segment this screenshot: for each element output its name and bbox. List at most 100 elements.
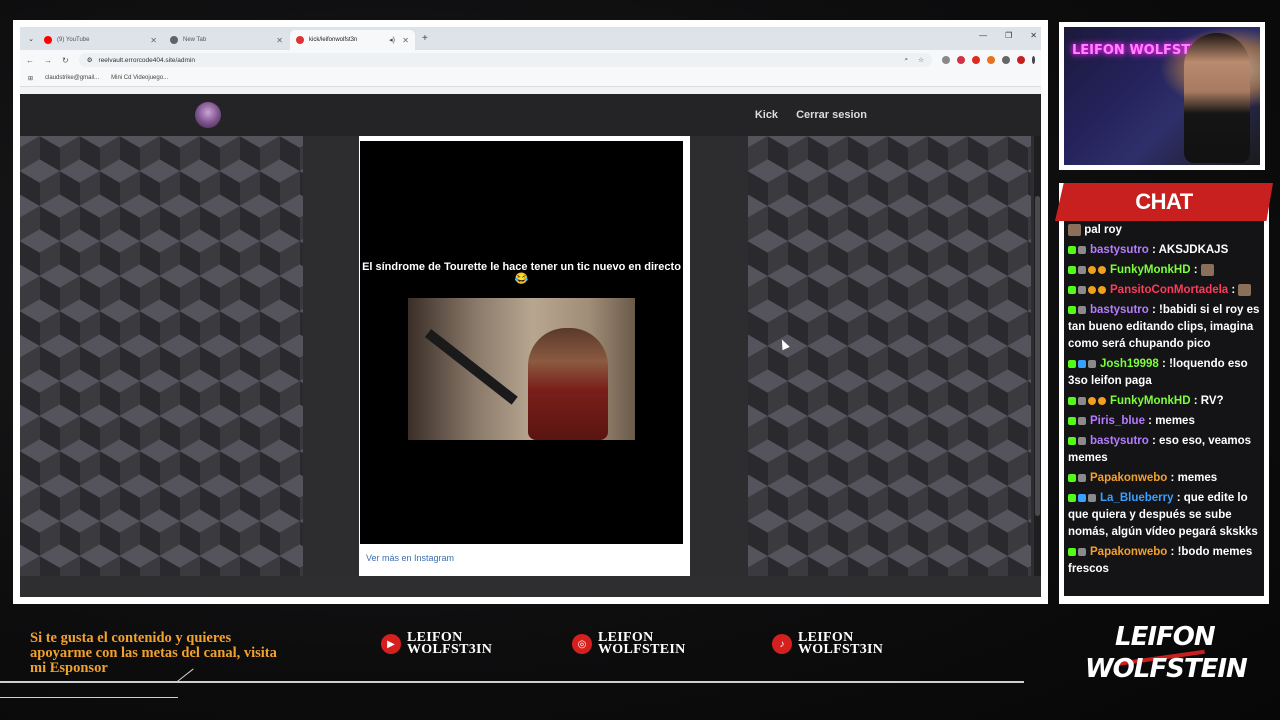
extension-icon[interactable] (972, 56, 980, 64)
kick-badge-icon (1068, 285, 1076, 294)
tiktok-handle: LEIFON WOLFST3IN (798, 630, 884, 657)
chat-text: memes (1155, 415, 1195, 427)
address-bar-row: ← → ↻ ⚙ reelvault.errorcode404.site/admi… (20, 50, 1041, 70)
content-gutter (690, 136, 748, 576)
tab-youtube[interactable]: (9) YouTube ✕ (38, 30, 163, 50)
instagram-icon: ◎ (572, 634, 592, 654)
speaker-icon[interactable]: ◂) (389, 36, 395, 44)
webcam-feed: LEIFON WOLFSTEIN (1064, 27, 1260, 165)
tab-title: New Tab (183, 37, 207, 43)
sword-badge-icon (1078, 396, 1086, 405)
chat-username[interactable]: Piris_blue (1090, 415, 1145, 427)
instagram-link[interactable]: Ver más en Instagram (360, 544, 685, 572)
extension-icon[interactable] (957, 56, 965, 64)
instagram-social: ◎ LEIFON WOLFSTEIN (572, 630, 708, 657)
instagram-handle: LEIFON WOLFSTEIN (598, 630, 686, 657)
chat-username[interactable]: FunkyMonkHD (1110, 395, 1191, 407)
sword-badge-icon (1088, 359, 1096, 368)
instagram-embed: El síndrome de Tourette le hace tener un… (359, 136, 690, 576)
kick-badge-icon (1068, 265, 1076, 274)
streamer-figure (1184, 33, 1250, 163)
kick-badge-icon (1068, 416, 1076, 425)
video-player[interactable]: El síndrome de Tourette le hace tener un… (360, 141, 683, 544)
support-message: Si te gusta el contenido y quieres apoya… (30, 630, 277, 676)
chat-message: Papakonwebo : !bodo memes frescos (1068, 544, 1260, 578)
forward-icon[interactable]: → (44, 56, 52, 65)
tab-kick[interactable]: kick/leifonwolfst3n ◂) ✕ (290, 30, 415, 50)
chat-text: RV? (1200, 395, 1224, 407)
menu-dots-icon[interactable] (1032, 56, 1035, 64)
sword-badge-icon (1078, 473, 1086, 482)
cube-pattern-right (748, 136, 1031, 576)
restore-icon[interactable]: ❐ (1005, 31, 1012, 40)
zoom-icon[interactable]: ⌕ (905, 56, 909, 64)
footer-divider (0, 681, 1024, 683)
browser-window: ⌄ (9) YouTube ✕ New Tab ✕ kick/leifonwol… (20, 27, 1041, 597)
apps-grid-icon[interactable]: ⊞ (28, 75, 33, 82)
minimize-icon[interactable]: — (979, 31, 987, 40)
reload-icon[interactable]: ↻ (62, 56, 69, 65)
tab-new-tab[interactable]: New Tab ✕ (164, 30, 289, 50)
omnibox[interactable]: ⚙ reelvault.errorcode404.site/admin ⌕ ☆ (78, 53, 932, 67)
tab-bar: ⌄ (9) YouTube ✕ New Tab ✕ kick/leifonwol… (20, 27, 1041, 50)
chat-separator: : (1158, 358, 1170, 370)
brand-logo: LEIFON WOLFSTEIN (1085, 622, 1248, 692)
kick-badge-icon (1068, 359, 1076, 368)
chrome-favicon-icon (170, 36, 178, 44)
puzzle-icon[interactable] (1002, 56, 1010, 64)
chat-separator: : (1148, 435, 1160, 447)
sub-badge-icon (1098, 396, 1106, 405)
bookmark-mini-cd[interactable]: Mini Cd Videojuego... (111, 75, 168, 81)
close-tab-icon[interactable]: ✕ (276, 36, 283, 45)
footer-divider-lower (0, 697, 178, 698)
chat-username[interactable]: Papakonwebo (1090, 546, 1167, 558)
chat-separator: : (1190, 395, 1201, 407)
chat-message: La_Blueberry : que edite lo que quiera y… (1068, 490, 1260, 541)
bookmarks-bar: ⊞ claudstrike@gmail... Mini Cd Videojueg… (20, 70, 1041, 87)
close-tab-icon[interactable]: ✕ (150, 36, 157, 45)
scrollbar-thumb[interactable] (1035, 196, 1040, 516)
chat-username[interactable]: PansitoConMortadela (1110, 284, 1228, 296)
kick-badge-icon (1068, 436, 1076, 445)
chat-username[interactable]: La_Blueberry (1100, 492, 1174, 504)
tiktok-social: ♪ LEIFON WOLFST3IN (772, 630, 908, 657)
sword-badge-icon (1078, 436, 1086, 445)
kick-badge-icon (1068, 547, 1076, 556)
nav-kick-link[interactable]: Kick (755, 109, 778, 121)
logout-link[interactable]: Cerrar sesion (796, 109, 867, 121)
site-logo-avatar[interactable] (195, 102, 221, 128)
chat-badges (1068, 433, 1088, 450)
chat-username[interactable]: bastysutro (1090, 244, 1149, 256)
chat-separator: : (1190, 264, 1201, 276)
extension-icon[interactable] (942, 56, 950, 64)
extension-icon[interactable] (987, 56, 995, 64)
chat-badges (1068, 544, 1088, 561)
tab-search-icon[interactable]: ⌄ (24, 35, 38, 43)
youtube-icon: ▶ (381, 634, 401, 654)
bookmark-gmail[interactable]: claudstrike@gmail... (45, 75, 99, 81)
chat-message: FunkyMonkHD : RV? (1068, 393, 1260, 410)
page-scrollbar[interactable] (1034, 136, 1041, 576)
video-thumbnail (408, 298, 635, 440)
chat-badges (1068, 393, 1108, 410)
chat-username[interactable]: bastysutro (1090, 304, 1149, 316)
chat-username[interactable]: bastysutro (1090, 435, 1149, 447)
webcam-frame: LEIFON WOLFSTEIN (1059, 22, 1265, 170)
bookmark-star-icon[interactable]: ☆ (918, 56, 924, 64)
stream-overlay: ⌄ (9) YouTube ✕ New Tab ✕ kick/leifonwol… (0, 0, 1280, 720)
chat-username[interactable]: Josh19998 (1100, 358, 1159, 370)
profile-avatar-icon[interactable] (1017, 56, 1025, 64)
chat-separator: : (1144, 415, 1156, 427)
chat-username[interactable]: FunkyMonkHD (1110, 264, 1191, 276)
web-page: Kick Cerrar sesion ← → El síndrome de To… (20, 94, 1041, 597)
new-tab-button[interactable]: + (422, 33, 428, 44)
close-window-icon[interactable]: ✕ (1030, 31, 1037, 40)
kick-badge-icon (1068, 305, 1076, 314)
close-tab-icon[interactable]: ✕ (402, 36, 409, 45)
chat-username[interactable]: Papakonwebo (1090, 472, 1167, 484)
sword-badge-icon (1078, 265, 1086, 274)
site-info-icon[interactable]: ⚙ (87, 56, 93, 64)
prev-arrow-icon[interactable]: ← (258, 330, 272, 346)
back-icon[interactable]: ← (26, 56, 34, 65)
chat-badges (1068, 490, 1098, 507)
